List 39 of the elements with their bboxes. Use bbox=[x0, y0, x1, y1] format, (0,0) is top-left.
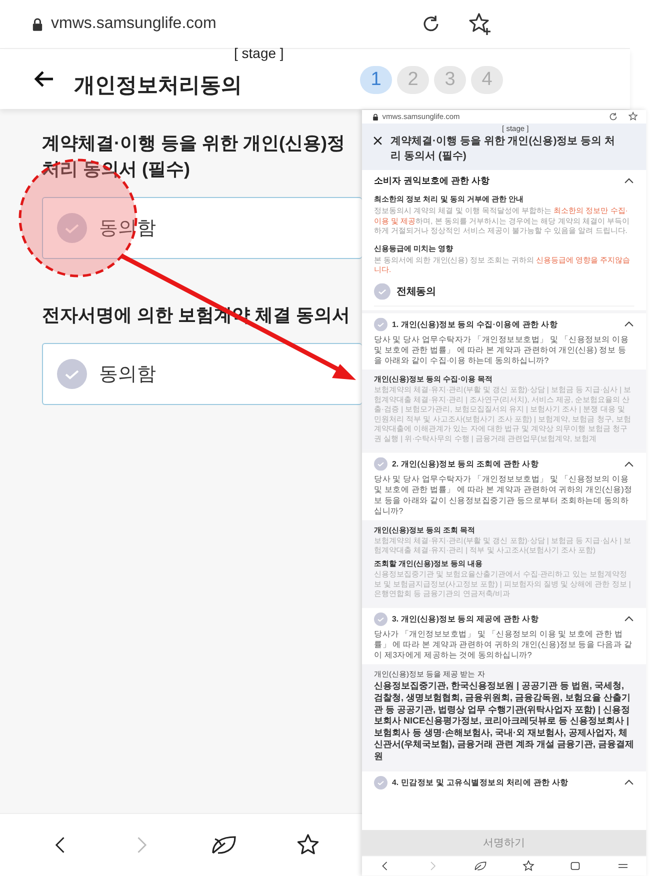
caret-icon[interactable] bbox=[624, 460, 634, 468]
check-circle-icon[interactable] bbox=[374, 457, 388, 471]
step-indicator: 2 bbox=[397, 66, 429, 94]
caret-icon[interactable] bbox=[624, 779, 634, 786]
caret-icon[interactable] bbox=[624, 178, 634, 184]
page-title: 개인정보처리동의 bbox=[74, 73, 242, 99]
address-bar[interactable]: vmws.samsunglife.com bbox=[0, 0, 630, 49]
star-icon[interactable] bbox=[296, 833, 320, 857]
check-circle-icon[interactable] bbox=[57, 213, 87, 243]
leaf-icon[interactable] bbox=[210, 833, 238, 857]
lock-icon bbox=[372, 113, 378, 120]
reload-icon[interactable] bbox=[608, 112, 618, 122]
url-text: vmws.samsunglife.com bbox=[51, 15, 216, 33]
section-heading: 계약체결·이행 등을 위한 개인(신용)정 bbox=[42, 132, 345, 155]
check-circle-icon[interactable] bbox=[57, 359, 87, 389]
step-indicator: 4 bbox=[471, 66, 503, 94]
lock-icon bbox=[32, 18, 43, 30]
leaf-icon[interactable] bbox=[474, 860, 488, 872]
check-circle-icon[interactable] bbox=[374, 612, 388, 626]
close-icon[interactable] bbox=[372, 136, 383, 146]
caret-icon[interactable] bbox=[624, 616, 634, 623]
agree-label: 동의함 bbox=[99, 363, 156, 387]
check-circle-icon[interactable] bbox=[374, 283, 390, 300]
section-title: 소비자 권익보호에 관한 사항 bbox=[374, 174, 490, 188]
agree-all-label: 전체동의 bbox=[396, 284, 436, 298]
add-bookmark-icon[interactable] bbox=[468, 12, 492, 36]
dialog-title: 계약체결·이행 등을 위한 개인(신용)정보 등의 처리 동의서 (필수) bbox=[390, 133, 616, 163]
step-indicator: 1 bbox=[360, 66, 392, 94]
star-icon[interactable] bbox=[522, 860, 534, 872]
check-circle-icon[interactable] bbox=[374, 318, 388, 332]
agree-label: 동의함 bbox=[99, 217, 156, 241]
check-circle-icon[interactable] bbox=[374, 776, 388, 790]
agree-option[interactable]: 동의함 bbox=[42, 197, 362, 259]
details-text: 신용정보집중기관, 한국신용정보원 | 공공기관 등 법원, 국세청, 검찰청, 생명보험협회, 금융위원회, 금융감독원, 보험요율 산출기관 등 공공기관, 법령상 업무 수행기관(위탁사업자 포함) | 신용정보회사 NICE신용평가정보, 코리아크레딧뷰로 등 신용정보회사 | 보험회사 등 생명·손해보험사, 국내·외 재보험사, 공제사업자, 체신관서(우체국보험), 금융거래 관련 계좌 개설 금융기관, 금융결제원 bbox=[374, 680, 634, 762]
caret-icon[interactable] bbox=[624, 320, 634, 328]
tabs-icon[interactable] bbox=[570, 860, 582, 872]
add-bookmark-icon[interactable] bbox=[628, 112, 639, 122]
agree-option[interactable]: 동의함 bbox=[42, 343, 362, 405]
step-indicator: 3 bbox=[434, 66, 466, 94]
